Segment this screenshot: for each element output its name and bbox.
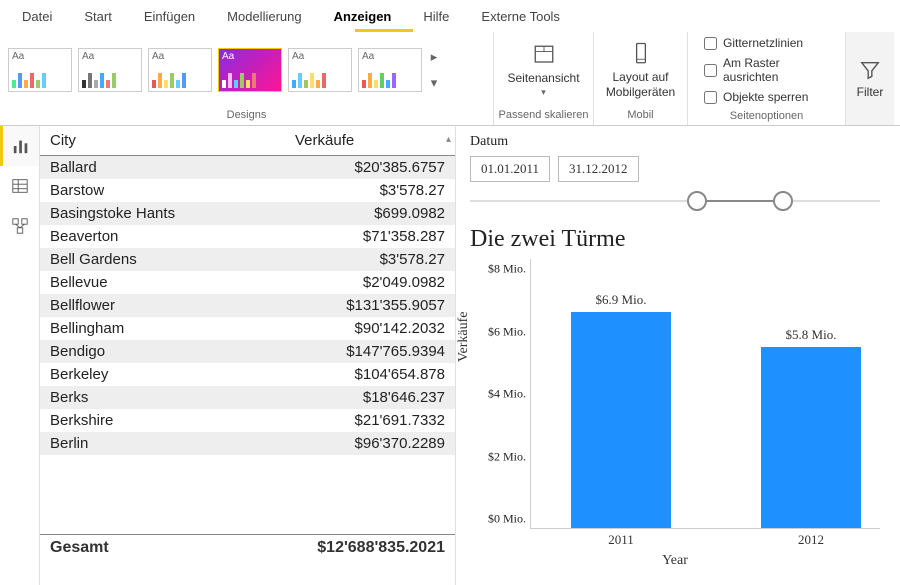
y-axis-label: Verkäufe [456, 311, 472, 362]
table-row[interactable]: Bellingham$90'142.2032 [40, 317, 455, 340]
table-visual[interactable]: ▴ City Verkäufe Ballard$20'385.6757Barst… [40, 126, 456, 585]
table-row[interactable]: Berkeley$104'654.878 [40, 363, 455, 386]
lock-checkbox[interactable]: Objekte sperren [704, 90, 829, 104]
table-row[interactable]: Berks$18'646.237 [40, 386, 455, 409]
menu-externe-tools[interactable]: Externe Tools [467, 3, 574, 30]
menu-einfuegen[interactable]: Einfügen [130, 3, 209, 30]
table-row[interactable]: Ballard$20'385.6757 [40, 156, 455, 179]
theme-swatch[interactable]: Aa [218, 48, 282, 92]
slider-knob-from[interactable] [687, 191, 707, 211]
table-row[interactable]: Bellflower$131'355.9057 [40, 294, 455, 317]
table-header: City Verkäufe [40, 126, 455, 156]
page-view-button[interactable]: Seitenansicht [499, 41, 587, 98]
report-view-button[interactable] [0, 126, 39, 166]
view-switcher [0, 126, 40, 585]
bar-value-label: $6.9 Mio. [596, 292, 647, 308]
table-row[interactable]: Bendigo$147'765.9394 [40, 340, 455, 363]
table-row[interactable]: Beaverton$71'358.287 [40, 225, 455, 248]
mobile-icon [627, 40, 655, 68]
y-tick: $8 Mio. [488, 262, 526, 277]
menu-modellierung[interactable]: Modellierung [213, 3, 315, 30]
model-icon [11, 217, 29, 235]
table-col-city[interactable]: City [50, 132, 295, 149]
ribbon-group-themes-label: Designs [0, 107, 493, 125]
y-tick: $0 Mio. [488, 512, 526, 527]
right-pane: Datum 01.01.2011 31.12.2012 Die zwei Tür… [456, 126, 900, 585]
table-total-row: Gesamt $12'688'835.2021 [40, 534, 455, 561]
scroll-up-icon[interactable]: ▴ [446, 134, 451, 145]
menu-hilfe[interactable]: Hilfe [409, 3, 463, 30]
themes-dropdown[interactable]: ▸▾ [428, 49, 440, 91]
slicer-label: Datum [470, 134, 880, 150]
snap-checkbox[interactable]: Am Raster ausrichten [704, 56, 829, 84]
table-row[interactable]: Barstow$3'578.27 [40, 179, 455, 202]
page-view-icon [530, 41, 558, 69]
y-tick: $4 Mio. [488, 387, 526, 402]
table-col-sales[interactable]: Verkäufe [295, 132, 445, 149]
x-axis-label: Year [470, 553, 880, 569]
theme-swatch[interactable]: Aa [8, 48, 72, 92]
date-slider[interactable] [470, 186, 880, 216]
ribbon-group-options-label: Seitenoptionen [688, 108, 845, 126]
ribbon: AaAaAaAaAaAa ▸▾ Designs Seitenansicht Pa… [0, 32, 900, 126]
chart-title: Die zwei Türme [470, 226, 880, 253]
x-tick: 2011 [608, 532, 634, 548]
bar-chart[interactable]: Verkäufe $0 Mio.$2 Mio.$4 Mio.$6 Mio.$8 … [470, 259, 880, 529]
date-to-input[interactable]: 31.12.2012 [558, 156, 639, 182]
table-row[interactable]: Bell Gardens$3'578.27 [40, 248, 455, 271]
table-row[interactable]: Basingstoke Hants$699.0982 [40, 202, 455, 225]
mobile-layout-button[interactable]: Layout auf Mobilgeräten [598, 40, 683, 99]
menu-anzeigen[interactable]: Anzeigen [320, 3, 406, 30]
table-icon [11, 177, 29, 195]
x-tick: 2012 [798, 532, 824, 548]
gridlines-checkbox[interactable]: Gitternetzlinien [704, 36, 829, 50]
theme-swatch[interactable]: Aa [148, 48, 212, 92]
menu-bar: Datei Start Einfügen Modellierung Anzeig… [0, 0, 900, 32]
ribbon-group-mobile-label: Mobil [594, 107, 687, 125]
menu-datei[interactable]: Datei [8, 3, 66, 30]
menu-start[interactable]: Start [70, 3, 125, 30]
chart-bar[interactable] [571, 312, 671, 528]
theme-swatch[interactable]: Aa [288, 48, 352, 92]
y-tick: $2 Mio. [488, 449, 526, 464]
chart-bar[interactable] [761, 347, 861, 528]
data-view-button[interactable] [0, 166, 39, 206]
date-from-input[interactable]: 01.01.2011 [470, 156, 550, 182]
y-tick: $6 Mio. [488, 324, 526, 339]
theme-swatch[interactable]: Aa [358, 48, 422, 92]
theme-swatch[interactable]: Aa [78, 48, 142, 92]
table-row[interactable]: Bellevue$2'049.0982 [40, 271, 455, 294]
filter-icon [859, 59, 881, 81]
filter-button[interactable]: Filter [846, 32, 894, 125]
table-row[interactable]: Berlin$96'370.2289 [40, 432, 455, 455]
bar-value-label: $5.8 Mio. [786, 327, 837, 343]
chevron-down-icon [541, 87, 546, 98]
slider-knob-to[interactable] [773, 191, 793, 211]
model-view-button[interactable] [0, 206, 39, 246]
active-tab-underline [355, 29, 413, 32]
main-area: ▴ City Verkäufe Ballard$20'385.6757Barst… [0, 126, 900, 585]
bar-chart-icon [12, 137, 30, 155]
table-row[interactable]: Berkshire$21'691.7332 [40, 409, 455, 432]
ribbon-group-scale-label: Passend skalieren [494, 107, 593, 125]
